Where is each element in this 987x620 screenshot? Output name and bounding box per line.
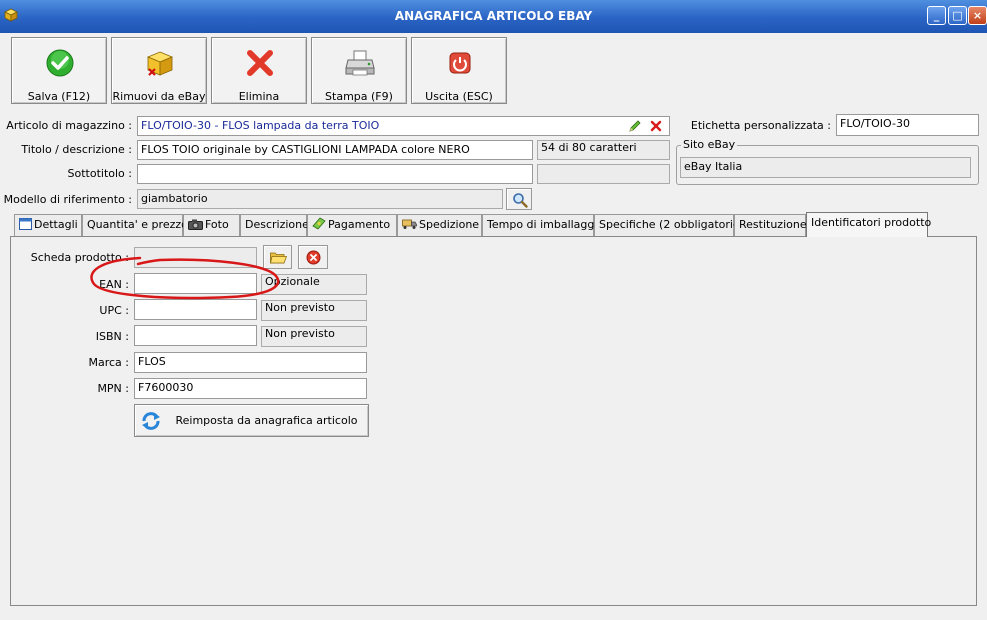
- scheda-prodotto-field[interactable]: [134, 247, 257, 268]
- mpn-label: MPN :: [97, 382, 129, 395]
- tab-descrizione[interactable]: Descrizione: [240, 214, 309, 236]
- upc-field[interactable]: [134, 299, 257, 320]
- ean-label: EAN :: [99, 278, 129, 291]
- delete-x-icon: [247, 50, 273, 76]
- refresh-icon: [142, 412, 160, 430]
- sito-ebay-field[interactable]: eBay Italia: [680, 157, 971, 178]
- package-remove-icon: [146, 51, 174, 76]
- articolo-value: FLO/TOIO-30 - FLOS lampada da terra TOIO: [141, 119, 380, 132]
- marca-value: FLOS: [138, 355, 166, 368]
- isbn-status: Non previsto: [261, 326, 367, 347]
- modello-value: giambatorio: [141, 192, 208, 205]
- isbn-label: ISBN :: [95, 330, 129, 343]
- upc-label: UPC :: [99, 304, 129, 317]
- open-scheda-button[interactable]: [263, 245, 292, 269]
- titolo-char-count: 54 di 80 caratteri: [537, 140, 670, 160]
- reset-button-label: Reimposta da anagrafica articolo: [175, 414, 358, 427]
- sottotitolo-char-count: [537, 164, 670, 184]
- mpn-field[interactable]: F7600030: [134, 378, 367, 399]
- tab-tempo-imballaggio[interactable]: Tempo di imballaggio: [482, 214, 604, 236]
- tab-specifiche-label: Specifiche (2 obbligatorie): [599, 218, 745, 231]
- tab-pagamento[interactable]: Pagamento: [307, 214, 397, 236]
- print-button-label: Stampa (F9): [325, 90, 393, 103]
- tab-specifiche[interactable]: Specifiche (2 obbligatorie): [594, 214, 744, 236]
- sottotitolo-label: Sottotitolo :: [67, 167, 132, 180]
- titolo-field[interactable]: FLOS TOIO originale by CASTIGLIONI LAMPA…: [137, 140, 533, 160]
- power-icon: [449, 52, 471, 74]
- tab-identificatori-label: Identificatori prodotto: [811, 216, 932, 229]
- tab-quantita-label: Quantita' e prezzo: [87, 218, 188, 231]
- exit-button[interactable]: Uscita (ESC): [411, 37, 507, 104]
- sito-ebay-value: eBay Italia: [684, 160, 743, 173]
- printer-icon: [345, 50, 375, 76]
- clear-x-icon[interactable]: [650, 120, 662, 132]
- sito-ebay-group-label: Sito eBay: [681, 138, 738, 151]
- etichetta-value: FLO/TOIO-30: [840, 117, 910, 130]
- tab-foto[interactable]: Foto: [183, 214, 240, 236]
- minimize-button[interactable]: _: [927, 6, 946, 25]
- delete-button[interactable]: Elimina: [211, 37, 307, 104]
- marca-field[interactable]: FLOS: [134, 352, 367, 373]
- tab-quantita-prezzo[interactable]: Quantita' e prezzo: [82, 214, 188, 236]
- tab-dettagli[interactable]: Dettagli: [14, 214, 82, 236]
- remove-from-ebay-button[interactable]: Rimuovi da eBay: [111, 37, 207, 104]
- upc-status: Non previsto: [261, 300, 367, 321]
- articolo-field[interactable]: FLO/TOIO-30 - FLOS lampada da terra TOIO: [137, 116, 670, 136]
- print-button[interactable]: Stampa (F9): [311, 37, 407, 104]
- checkmark-icon: [46, 49, 74, 77]
- tab-descrizione-label: Descrizione: [245, 218, 309, 231]
- titolo-label: Titolo / descrizione :: [21, 143, 132, 156]
- title-bar: ANAGRAFICA ARTICOLO EBAY: [0, 0, 987, 33]
- tab-spedizione[interactable]: Spedizione: [397, 214, 482, 236]
- pencil-edit-icon[interactable]: [628, 119, 642, 133]
- package-icon: [4, 8, 18, 22]
- articolo-label: Articolo di magazzino :: [6, 119, 132, 132]
- marca-label: Marca :: [88, 356, 129, 369]
- modello-field[interactable]: giambatorio: [137, 189, 503, 209]
- tab-dettagli-label: Dettagli: [34, 218, 78, 231]
- money-icon: [312, 217, 326, 230]
- cancel-circle-icon: [306, 250, 321, 265]
- ean-field[interactable]: [134, 273, 257, 294]
- tab-tempo-label: Tempo di imballaggio: [487, 218, 605, 231]
- mpn-value: F7600030: [138, 381, 194, 394]
- modello-label: Modello di riferimento :: [3, 193, 132, 206]
- tab-restituzione-label: Restituzione: [739, 218, 807, 231]
- scheda-prodotto-label: Scheda prodotto :: [30, 251, 129, 264]
- truck-icon: [402, 219, 417, 229]
- reset-from-article-button[interactable]: Reimposta da anagrafica articolo: [134, 404, 369, 437]
- close-window-button[interactable]: ×: [968, 6, 987, 25]
- search-modello-button[interactable]: [506, 188, 532, 210]
- save-button[interactable]: Salva (F12): [11, 37, 107, 104]
- folder-icon: [270, 252, 287, 264]
- window-title: ANAGRAFICA ARTICOLO EBAY: [394, 9, 593, 23]
- ean-status: Opzionale: [261, 274, 367, 295]
- exit-button-label: Uscita (ESC): [425, 90, 493, 103]
- tab-foto-label: Foto: [205, 218, 229, 231]
- save-button-label: Salva (F12): [27, 90, 91, 103]
- tab-spedizione-label: Spedizione: [419, 218, 480, 231]
- magnifier-icon: [513, 193, 528, 208]
- calendar-icon: [19, 218, 32, 230]
- etichetta-label: Etichetta personalizzata :: [690, 119, 831, 132]
- delete-button-label: Elimina: [238, 90, 280, 103]
- sottotitolo-field[interactable]: [137, 164, 533, 184]
- isbn-field[interactable]: [134, 325, 257, 346]
- etichetta-field[interactable]: FLO/TOIO-30: [836, 114, 979, 136]
- tab-identificatori-prodotto[interactable]: Identificatori prodotto: [806, 212, 932, 237]
- tab-pagamento-label: Pagamento: [328, 218, 391, 231]
- remove-from-ebay-label: Rimuovi da eBay: [112, 90, 206, 103]
- clear-scheda-button[interactable]: [298, 245, 328, 269]
- maximize-button[interactable]: □: [948, 6, 967, 25]
- camera-icon: [188, 219, 203, 230]
- tab-restituzione[interactable]: Restituzione: [734, 214, 807, 236]
- titolo-value: FLOS TOIO originale by CASTIGLIONI LAMPA…: [141, 143, 470, 156]
